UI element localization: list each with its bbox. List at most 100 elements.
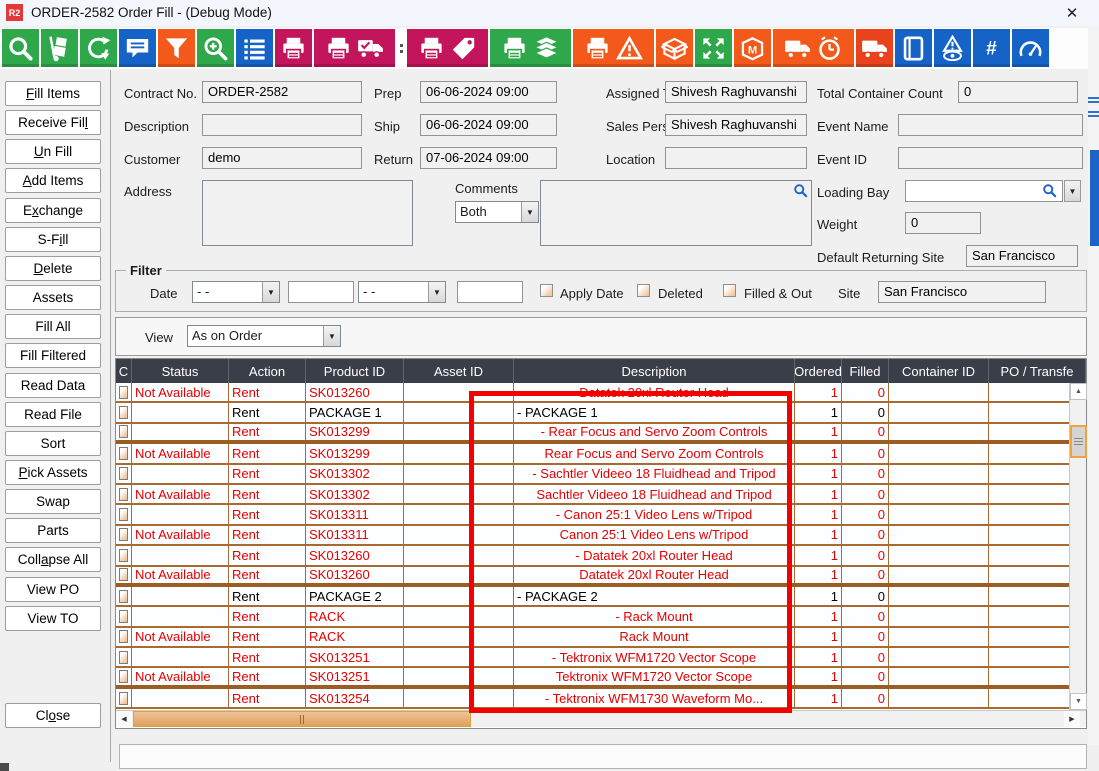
table-row[interactable]: RentSK013311- Canon 25:1 Video Lens w/Tr… <box>116 505 1069 525</box>
column-header-filled[interactable]: Filled <box>842 359 889 383</box>
horizontal-scrollbar[interactable]: ◀ ▶ <box>116 710 1086 727</box>
row-checkbox[interactable] <box>119 447 128 460</box>
sidebar-button-view-to[interactable]: View TO <box>5 606 101 631</box>
chevron-down-icon[interactable]: ▼ <box>521 202 538 222</box>
column-header-ordered[interactable]: Ordered <box>795 359 842 383</box>
search-icon[interactable] <box>2 29 39 67</box>
ship-field[interactable]: 06-06-2024 09:00 <box>420 114 557 136</box>
row-checkbox[interactable] <box>119 651 128 664</box>
row-checkbox[interactable] <box>119 692 128 705</box>
view-dropdown[interactable]: As on Order ▼ <box>187 325 341 347</box>
sidebar-button-fill-all[interactable]: Fill All <box>5 314 101 339</box>
truck-icon[interactable] <box>856 29 893 67</box>
contract-no-field[interactable]: ORDER-2582 <box>202 81 362 103</box>
table-row[interactable]: RentSK013251- Tektronix WFM1720 Vector S… <box>116 648 1069 668</box>
column-header-description[interactable]: Description <box>514 359 795 383</box>
table-row[interactable]: RentPACKAGE 2- PACKAGE 210 <box>116 587 1069 607</box>
row-checkbox[interactable] <box>119 386 128 399</box>
total-container-count-field[interactable]: 0 <box>958 81 1078 103</box>
table-row[interactable]: Not AvailableRentSK013302Sachtler Videeo… <box>116 485 1069 505</box>
assigned-to-field[interactable]: Shivesh Raghuvanshi <box>665 81 807 103</box>
hand-truck-icon[interactable] <box>41 29 78 67</box>
sidebar-button-read-file[interactable]: Read File <box>5 402 101 427</box>
row-select-cell[interactable] <box>116 648 132 666</box>
sidebar-button-swap[interactable]: Swap <box>5 489 101 514</box>
filter-from-month-dropdown[interactable]: - - ▼ <box>192 281 280 303</box>
sidebar-button-view-po[interactable]: View PO <box>5 577 101 602</box>
row-select-cell[interactable] <box>116 465 132 483</box>
comments-textarea[interactable] <box>540 180 812 246</box>
column-header-status[interactable]: Status <box>132 359 229 383</box>
print-copies-icon[interactable] <box>490 29 571 67</box>
row-checkbox[interactable] <box>119 488 128 501</box>
sidebar-button-assets[interactable]: Assets <box>5 285 101 310</box>
row-checkbox[interactable] <box>119 528 128 541</box>
description-field[interactable] <box>202 114 362 136</box>
sidebar-button-delete[interactable]: Delete <box>5 256 101 281</box>
table-row[interactable]: RentPACKAGE 1- PACKAGE 110 <box>116 403 1069 423</box>
comments-search-icon[interactable] <box>793 183 808 198</box>
scroll-left-icon[interactable]: ◀ <box>116 711 132 727</box>
weight-field[interactable]: 0 <box>905 212 981 234</box>
table-row[interactable]: Not AvailableRentSK013260Datatek 20xl Ro… <box>116 567 1069 587</box>
sidebar-button-s-fill[interactable]: S-Fill <box>5 227 101 252</box>
hash-icon[interactable]: # <box>973 29 1010 67</box>
zoom-in-icon[interactable] <box>197 29 234 67</box>
row-select-cell[interactable] <box>116 567 132 583</box>
scroll-right-icon[interactable]: ▶ <box>1064 711 1080 727</box>
row-select-cell[interactable] <box>116 444 132 462</box>
row-select-cell[interactable] <box>116 424 132 440</box>
filled-out-checkbox[interactable] <box>723 284 736 297</box>
sidebar-button-exchange[interactable]: Exchange <box>5 198 101 223</box>
row-select-cell[interactable] <box>116 403 132 421</box>
customer-field[interactable]: demo <box>202 147 362 169</box>
row-checkbox[interactable] <box>119 406 128 419</box>
row-select-cell[interactable] <box>116 505 132 523</box>
sidebar-button-fill-items[interactable]: Fill Items <box>5 81 101 106</box>
deleted-checkbox[interactable] <box>637 284 650 297</box>
sidebar-button-un-fill[interactable]: Un Fill <box>5 139 101 164</box>
sidebar-button-sort[interactable]: Sort <box>5 431 101 456</box>
scroll-up-icon[interactable]: ▲ <box>1070 383 1087 400</box>
column-header-asset-id[interactable]: Asset ID <box>404 359 514 383</box>
table-row[interactable]: RentSK013254- Tektronix WFM1730 Waveform… <box>116 689 1069 709</box>
location-field[interactable] <box>665 147 807 169</box>
row-select-cell[interactable] <box>116 383 132 401</box>
filter-to-month-dropdown[interactable]: - - ▼ <box>358 281 446 303</box>
apply-date-checkbox[interactable] <box>540 284 553 297</box>
filter-from-field[interactable] <box>288 281 354 303</box>
table-row[interactable]: Not AvailableRentSK013311Canon 25:1 Vide… <box>116 526 1069 546</box>
row-checkbox[interactable] <box>119 590 128 603</box>
table-row[interactable]: RentRACK- Rack Mount10 <box>116 607 1069 627</box>
row-select-cell[interactable] <box>116 526 132 544</box>
print-tag-icon[interactable] <box>407 29 488 67</box>
row-select-cell[interactable] <box>116 587 132 605</box>
table-row[interactable]: RentSK013260- Datatek 20xl Router Head10 <box>116 546 1069 566</box>
column-header-product-id[interactable]: Product ID <box>306 359 404 383</box>
sidebar-button-collapse-all[interactable]: Collapse All <box>5 547 101 572</box>
table-row[interactable]: Not AvailableRentRACKRack Mount10 <box>116 628 1069 648</box>
vertical-scrollbar[interactable]: ▲ ▼ <box>1069 383 1086 710</box>
site-field[interactable]: San Francisco <box>878 281 1046 303</box>
close-button[interactable]: Close <box>5 703 101 728</box>
row-checkbox[interactable] <box>119 568 128 581</box>
package-icon[interactable] <box>656 29 693 67</box>
table-row[interactable]: RentSK013299- Rear Focus and Servo Zoom … <box>116 424 1069 444</box>
window-close-button[interactable]: ✕ <box>1057 1 1087 25</box>
package-m-icon[interactable]: M <box>734 29 771 67</box>
sidebar-button-receive-fill[interactable]: Receive Fill <box>5 110 101 135</box>
book-icon[interactable] <box>895 29 932 67</box>
table-row[interactable]: Not AvailableRentSK013251Tektronix WFM17… <box>116 668 1069 688</box>
scroll-down-icon[interactable]: ▼ <box>1070 693 1087 710</box>
row-checkbox[interactable] <box>119 467 128 480</box>
return-field[interactable]: 07-06-2024 09:00 <box>420 147 557 169</box>
table-row[interactable]: RentSK013302- Sachtler Videeo 18 Fluidhe… <box>116 465 1069 485</box>
event-id-field[interactable] <box>898 147 1083 169</box>
row-checkbox[interactable] <box>119 425 128 438</box>
loading-bay-search-icon[interactable] <box>1042 183 1057 198</box>
sidebar-button-fill-filtered[interactable]: Fill Filtered <box>5 343 101 368</box>
chevron-down-icon[interactable]: ▼ <box>323 326 340 346</box>
sales-person-field[interactable]: Shivesh Raghuvanshi <box>665 114 807 136</box>
comment-icon[interactable] <box>119 29 156 67</box>
row-select-cell[interactable] <box>116 546 132 564</box>
